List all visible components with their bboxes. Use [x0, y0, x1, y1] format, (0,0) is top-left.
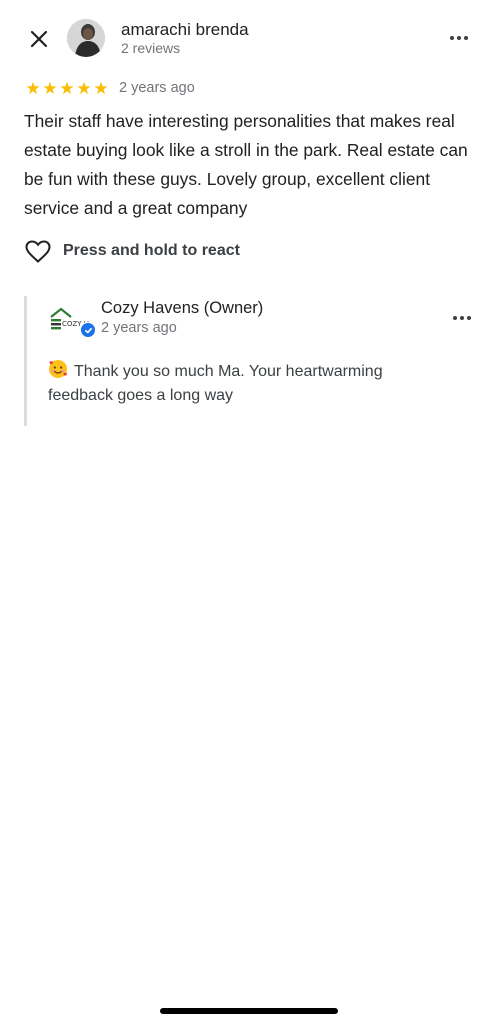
review-time: 2 years ago	[119, 80, 195, 96]
star-icon: ★	[25, 78, 41, 98]
review-text: Their staff have interesting personaliti…	[24, 111, 468, 218]
smiling-hearts-emoji-icon	[49, 360, 68, 378]
star-icon: ★	[42, 78, 58, 98]
star-icon: ★	[76, 78, 92, 98]
reviewer-review-count: 2 reviews	[121, 40, 181, 56]
close-button[interactable]	[24, 24, 54, 54]
owner-reply-more-button[interactable]	[448, 308, 476, 328]
owner-reply-text: Thank you so much Ma. Your heartwarming …	[48, 363, 383, 404]
reviewer-name[interactable]: amarachi brenda	[121, 20, 249, 40]
owner-name[interactable]: Cozy Havens (Owner)	[101, 299, 263, 318]
rating-row: ★ ★ ★ ★ ★ 2 years ago	[25, 78, 195, 98]
home-indicator[interactable]	[160, 1008, 338, 1014]
star-icon: ★	[93, 78, 109, 98]
star-icon: ★	[59, 78, 75, 98]
owner-reply-text-block: Thank you so much Ma. Your heartwarming …	[48, 359, 448, 408]
avatar[interactable]	[67, 19, 105, 57]
owner-reply: COZY HOME Cozy Havens (Owner) 2 years ag…	[24, 296, 487, 426]
close-icon	[30, 30, 48, 48]
react-label: Press and hold to react	[63, 242, 240, 259]
more-icon	[450, 36, 468, 40]
owner-reply-time: 2 years ago	[101, 320, 177, 336]
heart-icon	[25, 239, 51, 263]
star-rating: ★ ★ ★ ★ ★	[25, 80, 109, 97]
react-button[interactable]: Press and hold to react	[25, 237, 240, 265]
verified-icon	[80, 322, 96, 338]
review-more-button[interactable]	[445, 28, 473, 48]
more-icon	[453, 316, 471, 320]
review-header: amarachi brenda 2 reviews	[0, 0, 498, 70]
